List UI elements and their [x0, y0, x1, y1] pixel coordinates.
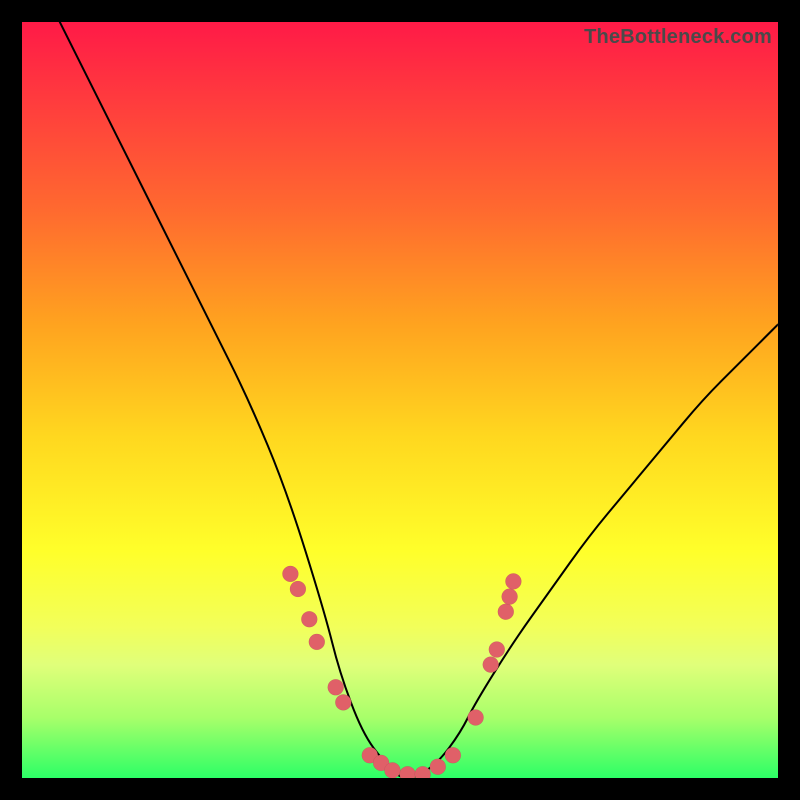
bottleneck-curve: [22, 22, 778, 778]
data-marker: [445, 747, 461, 763]
data-marker: [483, 657, 499, 673]
data-marker: [502, 589, 518, 605]
data-marker: [468, 710, 484, 726]
data-marker: [498, 604, 514, 620]
data-marker: [328, 679, 344, 695]
data-marker: [430, 759, 446, 775]
data-marker: [489, 642, 505, 658]
data-marker: [309, 634, 325, 650]
data-marker: [290, 581, 306, 597]
chart-svg: [22, 22, 778, 778]
chart-frame: TheBottleneck.com: [0, 0, 800, 800]
data-marker: [384, 762, 400, 778]
data-marker: [400, 766, 416, 778]
data-marker: [301, 611, 317, 627]
data-marker: [335, 694, 351, 710]
data-marker: [505, 573, 521, 589]
markers-group: [282, 566, 521, 778]
data-marker: [282, 566, 298, 582]
plot-area: TheBottleneck.com: [22, 22, 778, 778]
